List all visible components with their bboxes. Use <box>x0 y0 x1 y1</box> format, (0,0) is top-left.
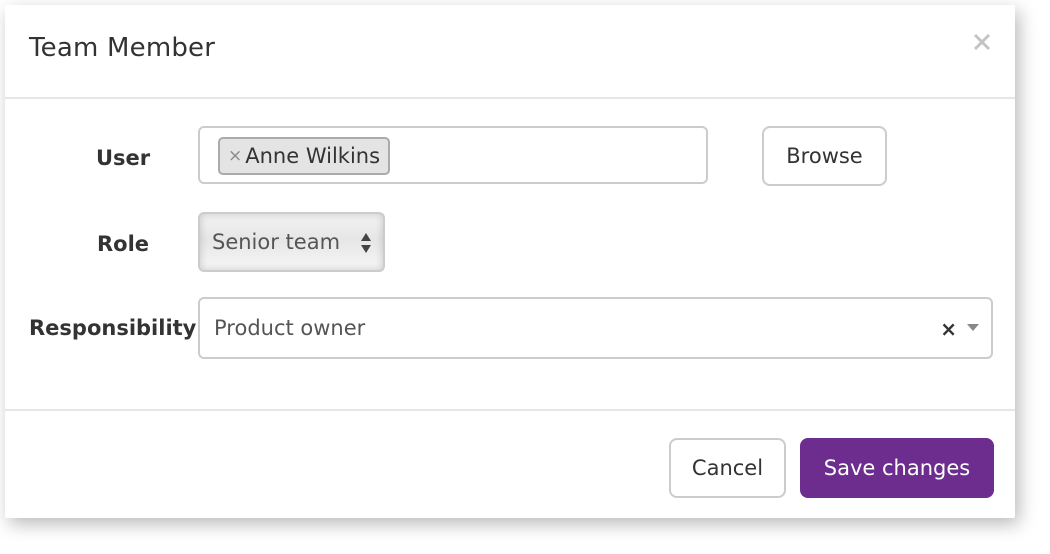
responsibility-select[interactable]: Product owner × <box>198 297 993 359</box>
dialog-title: Team Member <box>29 33 216 63</box>
dialog-footer: Cancel Save changes <box>5 411 1015 519</box>
user-multiselect[interactable]: × Anne Wilkins <box>198 126 708 184</box>
user-tag: × Anne Wilkins <box>218 137 391 175</box>
role-label: Role <box>97 232 150 256</box>
save-changes-button[interactable]: Save changes <box>800 438 994 498</box>
select-arrows-icon <box>361 233 371 253</box>
role-select-value: Senior team <box>212 230 341 254</box>
close-icon <box>973 33 991 51</box>
clear-icon[interactable]: × <box>940 317 957 341</box>
responsibility-value: Product owner <box>214 316 366 340</box>
role-select[interactable]: Senior team <box>198 212 385 272</box>
user-tag-label: Anne Wilkins <box>245 144 381 168</box>
cancel-button[interactable]: Cancel <box>669 438 786 498</box>
browse-button[interactable]: Browse <box>762 126 887 186</box>
chevron-down-icon[interactable] <box>967 323 979 333</box>
team-member-dialog: Team Member User × Anne Wilkins Browse R… <box>5 5 1015 518</box>
dialog-body: User × Anne Wilkins Browse Role Senior t… <box>5 99 1015 411</box>
user-label: User <box>96 146 151 170</box>
dialog-header: Team Member <box>5 5 1015 99</box>
responsibility-label: Responsibility <box>29 316 197 340</box>
remove-tag-icon[interactable]: × <box>228 146 242 166</box>
close-button[interactable] <box>971 31 993 53</box>
